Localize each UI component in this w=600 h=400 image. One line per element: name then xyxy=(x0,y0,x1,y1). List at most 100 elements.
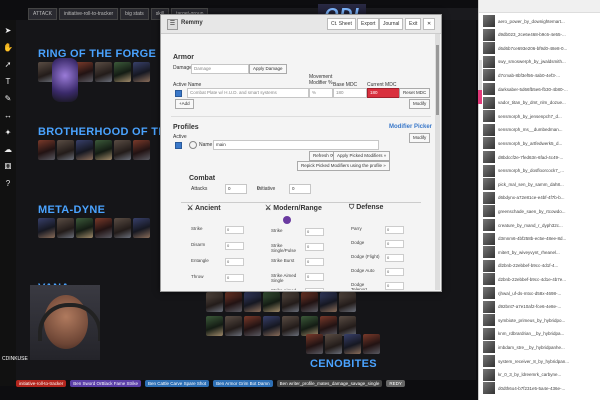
character-token[interactable] xyxy=(76,140,93,160)
asset-list-item[interactable]: kr_0_3_by_ldreemrk_carbyne... xyxy=(483,368,599,382)
combat-bonus-input[interactable]: 0 xyxy=(305,258,324,266)
character-sheet-button[interactable]: Ct. Sheet xyxy=(327,18,356,30)
macro-tab[interactable]: big stats xyxy=(120,8,149,20)
asset-list-item[interactable]: sensmorph_ms__dumbedman... xyxy=(483,123,599,137)
damage-input[interactable]: Damage xyxy=(191,64,249,74)
attacks-input[interactable]: 0 xyxy=(225,184,247,194)
dialog-scroll-thumb[interactable] xyxy=(436,45,439,115)
asset-list-item[interactable]: sensmorph_by_artfedwerk5_d... xyxy=(483,136,599,150)
character-token[interactable] xyxy=(76,218,93,238)
combat-bonus-input[interactable]: 0 xyxy=(385,254,404,262)
character-token[interactable] xyxy=(38,218,55,238)
character-token[interactable] xyxy=(363,334,380,354)
exit-button[interactable]: Exit xyxy=(405,18,422,30)
character-token[interactable] xyxy=(57,218,74,238)
macro-quick-button[interactable]: Ben Armor Grim Bot Damn xyxy=(213,379,273,387)
character-token[interactable] xyxy=(95,218,112,238)
character-token[interactable] xyxy=(282,292,299,312)
combat-bonus-input[interactable]: 0 xyxy=(225,242,244,250)
modifier-picker-link[interactable]: Modifier Picker xyxy=(389,124,432,130)
asset-list-item[interactable]: aero_power_by_downightemart... xyxy=(483,14,599,28)
asset-list-item[interactable]: sensmorph_by_dosfloorcock7_... xyxy=(483,164,599,178)
combat-bonus-input[interactable]: 0 xyxy=(385,282,404,290)
character-token[interactable] xyxy=(114,140,131,160)
armor-active-checkbox[interactable] xyxy=(175,90,182,97)
macro-quick-button[interactable]: Ben writer_profile_mates_damage_savage_s… xyxy=(276,379,383,387)
asset-list-item[interactable]: d8bdccf2e-7fed63n-6fad-4c49-... xyxy=(483,150,599,164)
combat-bonus-input[interactable]: 0 xyxy=(305,288,324,290)
character-token[interactable] xyxy=(301,316,318,336)
asset-list-item[interactable]: knm_rdbrardrian__by_hybridpa... xyxy=(483,327,599,341)
fx-icon[interactable]: ✦ xyxy=(5,128,12,138)
macro-tab[interactable]: ATTACK xyxy=(28,8,57,20)
pan-icon[interactable]: ✋ xyxy=(3,43,13,53)
character-token[interactable] xyxy=(339,316,356,336)
add-armor-button[interactable]: +Add xyxy=(175,99,194,109)
character-token[interactable] xyxy=(95,62,112,82)
movement-modifier-input[interactable]: % xyxy=(309,88,333,98)
character-token[interactable] xyxy=(133,62,150,82)
macro-quick-button[interactable]: initiative-roll-to-tracker xyxy=(16,379,67,387)
profile-name-input[interactable]: main xyxy=(213,140,379,150)
macro-quick-button[interactable]: Ben Sword OrBlack Fame Strike xyxy=(70,379,142,387)
asset-list-item[interactable]: d3mnm6-4bf258b-ec5e-48ee-8d... xyxy=(483,232,599,246)
asset-list-item[interactable]: imbdam_stre__by_hybridpanhe... xyxy=(483,340,599,354)
character-token[interactable] xyxy=(225,316,242,336)
character-token[interactable] xyxy=(57,140,74,160)
character-token[interactable] xyxy=(344,334,361,354)
apply-picked-modifiers-button[interactable]: Apply Picked Modifiers » xyxy=(333,151,391,161)
character-token[interactable] xyxy=(38,140,55,160)
combat-bonus-input[interactable]: 0 xyxy=(305,228,324,236)
asset-list-item[interactable]: greenschade_saen_by_rtcowdo... xyxy=(483,204,599,218)
character-token[interactable] xyxy=(325,334,342,354)
asset-list-item[interactable]: darksaber-5d66fb5e6-fb30-4b80-... xyxy=(483,82,599,96)
draw-icon[interactable]: ✎ xyxy=(5,94,12,104)
current-mdc-input[interactable]: 180 xyxy=(367,88,401,98)
asset-list-item[interactable]: dl2bnb-22ebbef-b9cc-4d1f-4... xyxy=(483,259,599,273)
cursor-icon[interactable]: ➤ xyxy=(5,26,12,36)
asset-list-item[interactable]: creature_by_mand_r_dyph32c... xyxy=(483,218,599,232)
help-icon[interactable]: ? xyxy=(6,179,10,189)
character-token[interactable] xyxy=(206,292,223,312)
modify-armor-button[interactable]: Modify xyxy=(409,99,431,109)
character-token[interactable] xyxy=(206,316,223,336)
character-token[interactable] xyxy=(320,316,337,336)
macro-quick-button[interactable]: REDY xyxy=(386,379,405,387)
combat-bonus-input[interactable]: 0 xyxy=(385,268,404,276)
base-mdc-input[interactable]: 180 xyxy=(333,88,367,98)
asset-list-item[interactable]: d6bdynx-a72e81ce-e4bf-4f7b-b... xyxy=(483,191,599,205)
profile-active-checkbox[interactable] xyxy=(175,142,182,149)
macro-quick-button[interactable]: Ben Cattle Carve Spare Shot xyxy=(145,379,210,387)
character-token[interactable] xyxy=(76,62,93,82)
volume-slider[interactable] xyxy=(478,60,482,104)
asset-list-item[interactable]: d2bnb-22ebbef-b9cc-4d1e-4b7e... xyxy=(483,272,599,286)
dice-icon[interactable]: ⚅ xyxy=(5,162,12,172)
asset-list-item[interactable]: symbiote_primeus_by_hybridpo... xyxy=(483,313,599,327)
asset-list-item[interactable]: sensmorph_by_jensenpch7_d... xyxy=(483,109,599,123)
journal-button[interactable]: Journal xyxy=(379,18,404,30)
combat-bonus-input[interactable]: 0 xyxy=(225,226,244,234)
character-token[interactable] xyxy=(282,316,299,336)
character-token[interactable] xyxy=(225,292,242,312)
close-icon[interactable]: ✕ xyxy=(423,18,436,30)
asset-list-item[interactable]: d92bnt7-a7e10af2-fce6-4e8e-... xyxy=(483,300,599,314)
character-token[interactable] xyxy=(306,334,323,354)
character-token[interactable] xyxy=(301,292,318,312)
asset-list-item[interactable]: system_receiver_8_by_hybridpan... xyxy=(483,354,599,368)
asset-list-item[interactable]: d6d6b7ce693e206-bf9d0-48e8-0... xyxy=(483,41,599,55)
character-token[interactable] xyxy=(339,292,356,312)
asset-list-item[interactable]: d9db023_2ce6e468-b9c6-4e55-... xyxy=(483,28,599,42)
asset-list-item[interactable]: rjhwal_uf-ds-mtxc-d58x-4698-... xyxy=(483,286,599,300)
combat-bonus-input[interactable]: 0 xyxy=(385,240,404,248)
character-token[interactable] xyxy=(114,218,131,238)
combat-bonus-input[interactable]: 0 xyxy=(225,258,244,266)
dialog-header[interactable]: ☰ Remmy Ct. Sheet Export Journal Exit ✕ xyxy=(161,15,441,34)
measure-icon[interactable]: ↔ xyxy=(4,111,12,121)
character-token[interactable] xyxy=(263,316,280,336)
reset-mdc-button[interactable]: Reset MDC xyxy=(399,88,431,98)
asset-list-item[interactable]: vador_titan_by_dmt_nlm_dozue... xyxy=(483,96,599,110)
weather-icon[interactable]: ☁ xyxy=(4,145,12,155)
text-icon[interactable]: T xyxy=(6,77,11,87)
character-token[interactable] xyxy=(114,62,131,82)
forge-boss-token[interactable] xyxy=(52,58,78,102)
